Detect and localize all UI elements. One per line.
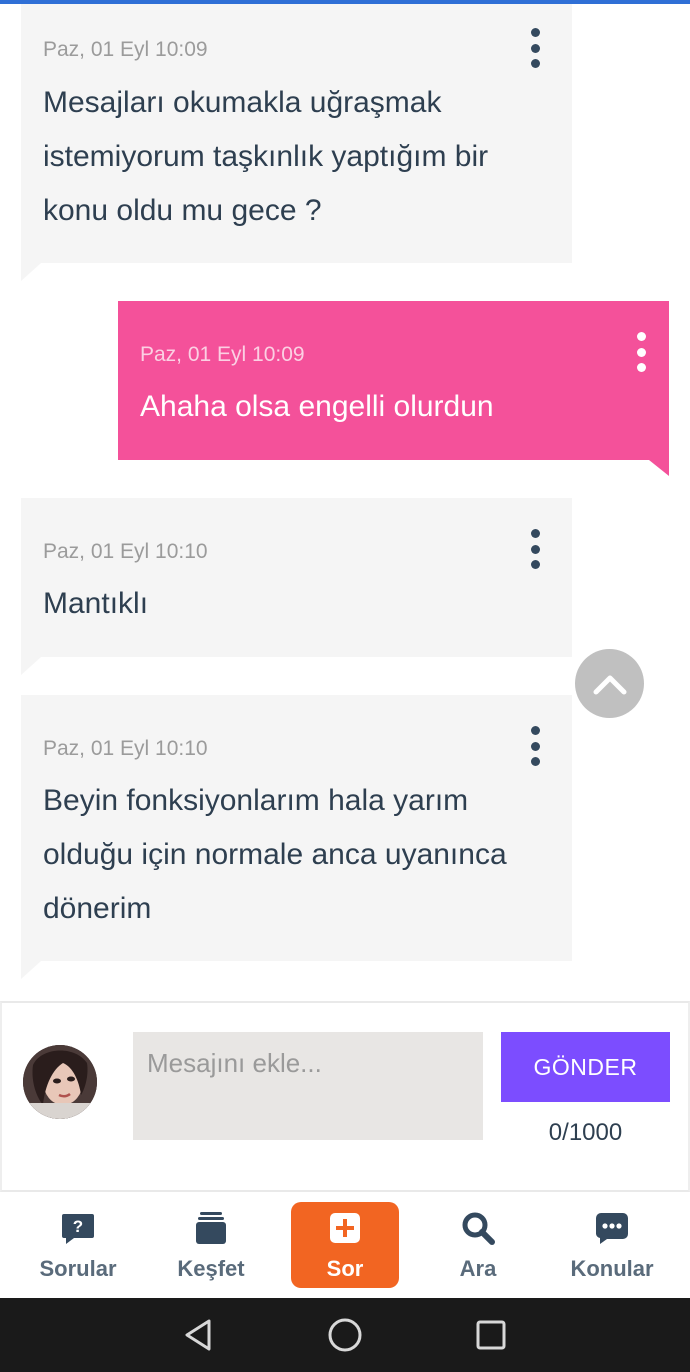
- message-bubble: Paz, 01 Eyl 10:09 Mesajları okumakla uğr…: [21, 4, 572, 281]
- message-body: Paz, 01 Eyl 10:10 Beyin fonksiyonlarım h…: [21, 695, 572, 961]
- bubble-tail: [21, 657, 41, 675]
- nav-label: Ara: [459, 1256, 497, 1281]
- more-options-icon[interactable]: [527, 28, 543, 68]
- plus-square-icon: [325, 1208, 365, 1248]
- message-timestamp: Paz, 01 Eyl 10:10: [43, 737, 208, 760]
- nav-item-konular[interactable]: Konular: [557, 1202, 667, 1288]
- character-counter: 0/1000: [548, 1119, 623, 1146]
- stack-icon: [191, 1208, 231, 1248]
- user-avatar: [23, 1045, 97, 1119]
- chevron-up-icon: [593, 675, 626, 694]
- message-text: Mantıklı: [43, 587, 149, 620]
- message-text: Ahaha olsa engelli olurdun: [140, 390, 494, 423]
- system-nav-bar: [0, 1298, 690, 1372]
- nav-item-sorular[interactable]: ? Sorular: [23, 1202, 133, 1288]
- message-body: Paz, 01 Eyl 10:09 Mesajları okumakla uğr…: [21, 4, 572, 263]
- send-button[interactable]: GÖNDER: [501, 1032, 670, 1102]
- nav-label: Konular: [570, 1256, 654, 1281]
- bubble-tail: [21, 961, 41, 979]
- search-icon: [458, 1208, 498, 1248]
- scroll-to-top-button[interactable]: [575, 649, 644, 718]
- message-composer: GÖNDER 0/1000: [0, 1001, 690, 1192]
- message-input[interactable]: [133, 1032, 483, 1140]
- question-bubble-icon: ?: [58, 1208, 98, 1248]
- chat-screen: Paz, 01 Eyl 10:09 Mesajları okumakla uğr…: [0, 0, 690, 1372]
- more-options-icon[interactable]: [633, 332, 649, 372]
- chat-dots-icon: [592, 1208, 632, 1248]
- message-bubble: Paz, 01 Eyl 10:09 Ahaha olsa engelli olu…: [118, 301, 669, 476]
- more-options-icon[interactable]: [527, 726, 543, 766]
- message-text: Mesajları okumakla uğraşmak istemiyorum …: [43, 86, 489, 227]
- recents-icon[interactable]: [471, 1315, 511, 1355]
- bubble-tail: [649, 460, 669, 476]
- home-icon[interactable]: [325, 1315, 365, 1355]
- nav-label: Keşfet: [177, 1256, 245, 1281]
- nav-item-kesfet[interactable]: Keşfet: [156, 1202, 266, 1288]
- back-icon[interactable]: [178, 1315, 218, 1355]
- nav-label: Sor: [326, 1256, 364, 1281]
- message-bubble: Paz, 01 Eyl 10:10 Beyin fonksiyonlarım h…: [21, 695, 572, 979]
- more-options-icon[interactable]: [527, 529, 543, 569]
- message-timestamp: Paz, 01 Eyl 10:09: [43, 38, 208, 61]
- message-text: Beyin fonksiyonlarım hala yarım olduğu i…: [43, 784, 507, 925]
- svg-text:?: ?: [73, 1217, 83, 1236]
- nav-item-sor[interactable]: Sor: [291, 1202, 399, 1288]
- message-timestamp: Paz, 01 Eyl 10:09: [140, 343, 305, 366]
- bottom-nav: ? Sorular Keşfet Sor Ara Konular: [0, 1192, 690, 1298]
- nav-label: Sorular: [39, 1256, 117, 1281]
- message-timestamp: Paz, 01 Eyl 10:10: [43, 540, 208, 563]
- message-body: Paz, 01 Eyl 10:10 Mantıklı: [21, 498, 572, 657]
- nav-item-ara[interactable]: Ara: [423, 1202, 533, 1288]
- message-body: Paz, 01 Eyl 10:09 Ahaha olsa engelli olu…: [118, 301, 669, 460]
- bubble-tail: [21, 263, 41, 281]
- message-bubble: Paz, 01 Eyl 10:10 Mantıklı: [21, 498, 572, 675]
